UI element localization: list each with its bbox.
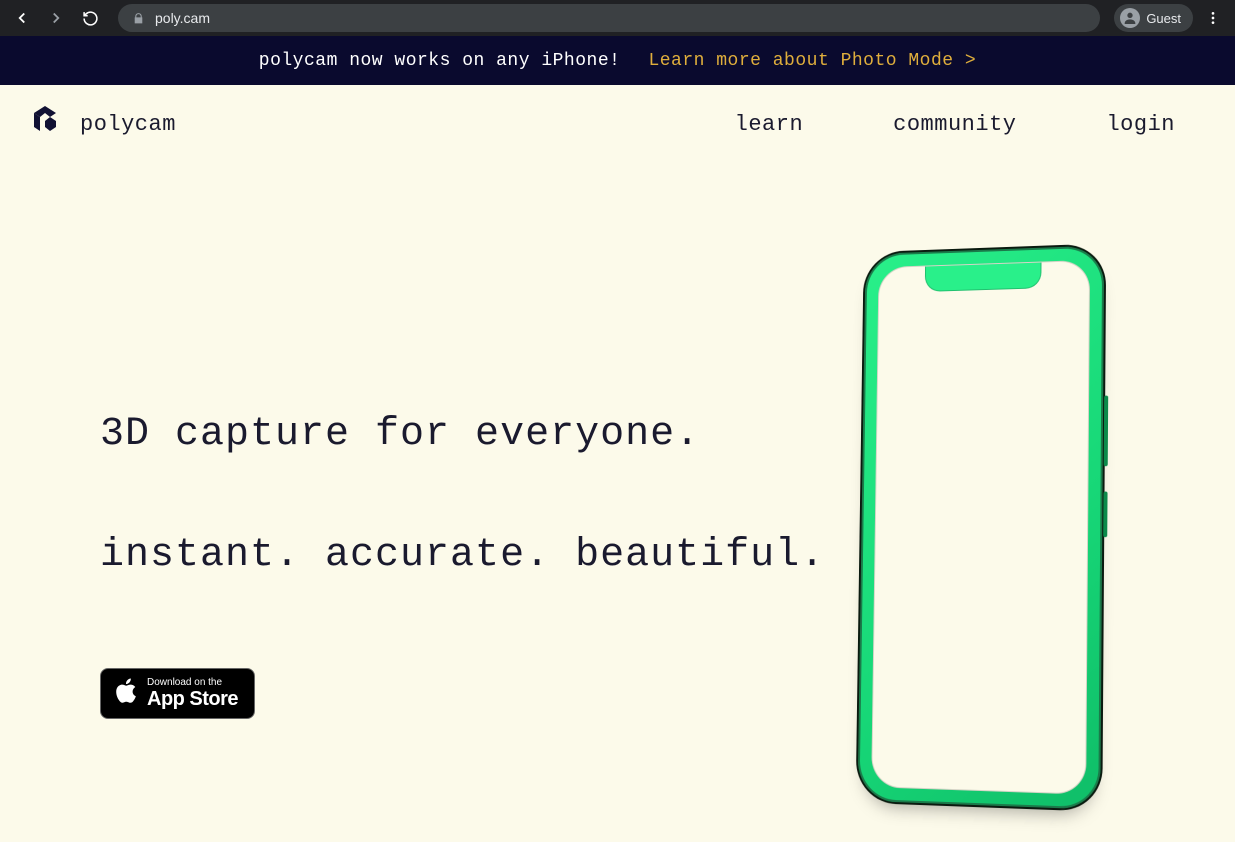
appstore-small: Download on the [147, 678, 238, 688]
back-button[interactable] [8, 4, 36, 32]
announcement-banner: polycam now works on any iPhone! Learn m… [0, 36, 1235, 85]
hero-subline: instant. accurate. beautiful. [100, 533, 825, 578]
reload-button[interactable] [76, 4, 104, 32]
lock-icon [132, 12, 145, 25]
announcement-link[interactable]: Learn more about Photo Mode > [648, 51, 976, 71]
phone-mockup [855, 245, 1105, 805]
appstore-big: App Store [147, 688, 238, 710]
brand[interactable]: polycam [28, 103, 176, 146]
phone-side-button [1104, 396, 1109, 467]
appstore-button[interactable]: Download on the App Store [100, 668, 255, 719]
phone-screen [871, 260, 1090, 795]
hero-headline: 3D capture for everyone. [100, 234, 825, 461]
brand-name: polycam [80, 112, 176, 137]
logo-icon [28, 103, 62, 146]
avatar-icon [1120, 8, 1140, 28]
appstore-text: Download on the App Store [147, 678, 238, 710]
announcement-text: polycam now works on any iPhone! [259, 51, 621, 71]
phone-side-button [1103, 492, 1107, 538]
nav-login[interactable]: login [1106, 112, 1175, 137]
site-header: polycam learn community login [0, 85, 1235, 164]
url-text: poly.cam [155, 10, 210, 26]
phone-frame [856, 243, 1107, 812]
address-bar[interactable]: poly.cam [118, 4, 1100, 32]
page-content: polycam learn community login 3D capture… [0, 85, 1235, 719]
profile-button[interactable]: Guest [1114, 4, 1193, 32]
forward-button[interactable] [42, 4, 70, 32]
apple-logo-icon [113, 677, 137, 710]
profile-label: Guest [1146, 11, 1181, 26]
browser-chrome: poly.cam Guest [0, 0, 1235, 36]
nav-community[interactable]: community [893, 112, 1016, 137]
nav-learn[interactable]: learn [735, 112, 804, 137]
overflow-menu-button[interactable] [1199, 4, 1227, 32]
phone-notch [925, 263, 1042, 292]
nav-links: learn community login [735, 112, 1175, 137]
hero-text: 3D capture for everyone. instant. accura… [100, 234, 825, 719]
